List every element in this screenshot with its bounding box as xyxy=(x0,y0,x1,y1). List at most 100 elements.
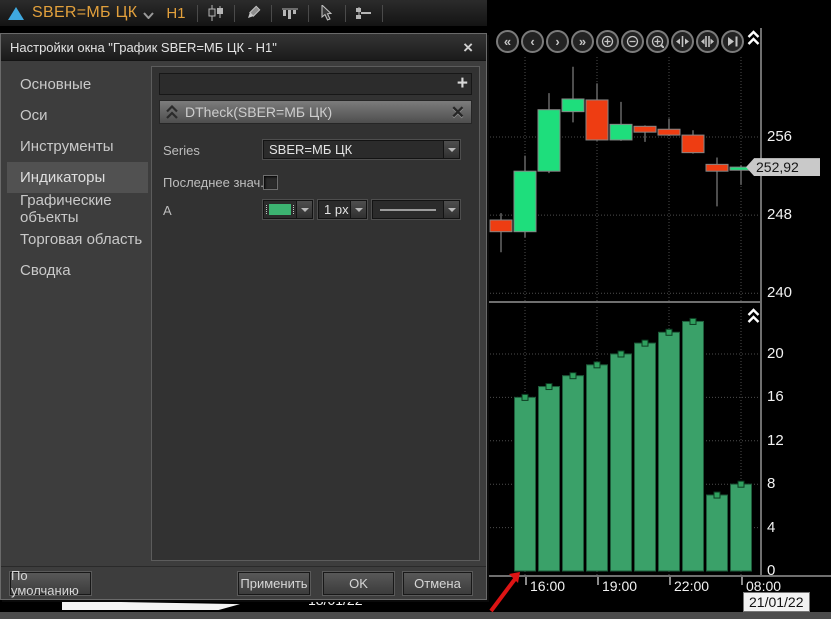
sidebar-item-Индикаторы[interactable]: Индикаторы xyxy=(7,162,148,193)
indicator-card-header[interactable]: DTheck(SBER=МБ ЦК) ✕ xyxy=(159,100,472,124)
dialog-title: Настройки окна "График SBER=МБ ЦК - H1" xyxy=(10,40,277,55)
candle-body xyxy=(514,171,536,232)
style-row-label: A xyxy=(163,203,172,218)
price-axis-label: 248 xyxy=(767,206,792,224)
bar-marker xyxy=(642,340,648,346)
volume-axis-label: 16 xyxy=(767,388,784,406)
sidebar-item-Оси[interactable]: Оси xyxy=(7,100,148,131)
toolbar-separator xyxy=(271,5,272,22)
line-width-value: 1 px xyxy=(319,202,350,217)
zoom-area-button[interactable] xyxy=(646,30,669,53)
indicator-title: DTheck(SBER=МБ ЦК) xyxy=(185,104,332,120)
candle-body xyxy=(658,129,680,135)
compress-vertical-button[interactable] xyxy=(696,30,719,53)
ok-button[interactable]: OK xyxy=(323,572,394,595)
time-tick xyxy=(741,577,743,585)
step-backward-button[interactable]: ‹ xyxy=(521,30,544,53)
dialog-title-bar[interactable]: Настройки окна "График SBER=МБ ЦК - H1" … xyxy=(1,34,486,61)
last-value-checkbox[interactable] xyxy=(263,175,278,190)
sidebar-item-Инструменты[interactable]: Инструменты xyxy=(7,131,148,162)
levels-icon[interactable] xyxy=(351,2,377,24)
volume-axis-label: 12 xyxy=(767,432,784,450)
bar-marker xyxy=(666,329,672,335)
scroll-to-end-button[interactable] xyxy=(721,30,744,53)
volume-pane[interactable] xyxy=(487,307,760,575)
line-width-select[interactable]: 1 px xyxy=(318,200,367,219)
apply-button[interactable]: Применить xyxy=(238,572,310,595)
dialog-sidebar: ОсновныеОсиИнструментыИндикаторыГрафичес… xyxy=(7,66,148,561)
last-value-label: Последнее знач. xyxy=(163,175,264,190)
volume-bar xyxy=(659,332,680,571)
add-indicator-button[interactable]: + xyxy=(457,73,468,94)
volume-profile-icon[interactable] xyxy=(277,2,303,24)
trend-arrow-annotation[interactable] xyxy=(487,570,529,616)
collapse-volume-pane-icon[interactable] xyxy=(747,308,760,325)
volume-bar xyxy=(707,495,728,571)
fast-backward-button[interactable]: « xyxy=(496,30,519,53)
volume-axis-label: 20 xyxy=(767,345,784,363)
indicator-settings-panel: + DTheck(SBER=МБ ЦК) ✕ Series SBER=МБ ЦК… xyxy=(151,66,480,561)
collapse-card-icon[interactable] xyxy=(166,105,178,120)
bar-marker xyxy=(690,318,696,324)
remove-indicator-icon[interactable]: ✕ xyxy=(451,104,465,121)
line-color-select[interactable] xyxy=(263,200,313,219)
zoom-in-button[interactable] xyxy=(596,30,619,53)
date-badge: 21/01/22 xyxy=(743,592,810,612)
last-price-tag: 252,92 xyxy=(746,158,820,176)
time-axis-line xyxy=(487,575,831,577)
sidebar-item-Сводка[interactable]: Сводка xyxy=(7,255,148,286)
time-axis-label: 22:00 xyxy=(674,578,709,594)
candle-body xyxy=(634,126,656,132)
instrument-label[interactable]: SBER=МБ ЦК xyxy=(32,4,137,22)
color-swatch xyxy=(269,204,291,215)
dropdown-arrow-icon[interactable] xyxy=(296,201,312,218)
time-axis-label: 16:00 xyxy=(530,578,565,594)
zoom-out-button[interactable] xyxy=(621,30,644,53)
dropdown-arrow-icon[interactable] xyxy=(443,201,459,218)
chart-panel: «‹›» 252,92 256248240201612840 16:0019:0… xyxy=(487,0,831,619)
toolbar-separator xyxy=(197,5,198,22)
chevron-down-icon[interactable] xyxy=(143,12,154,19)
candle-body xyxy=(706,164,728,171)
bar-marker xyxy=(522,394,528,400)
pane-divider[interactable] xyxy=(487,301,761,303)
volume-bar xyxy=(731,484,752,571)
sidebar-item-Графические объекты[interactable]: Графические объекты xyxy=(7,193,148,224)
sidebar-item-Торговая область[interactable]: Торговая область xyxy=(7,224,148,255)
price-axis-label: 240 xyxy=(767,284,792,302)
bar-marker xyxy=(546,384,552,390)
candle-body xyxy=(586,100,608,140)
bar-marker xyxy=(738,481,744,487)
volume-bar xyxy=(563,376,584,571)
timeframe-label[interactable]: H1 xyxy=(166,5,185,22)
sidebar-item-Основные[interactable]: Основные xyxy=(7,69,148,100)
cancel-button[interactable]: Отмена xyxy=(403,572,472,595)
compress-horizontal-button[interactable] xyxy=(671,30,694,53)
candle-body xyxy=(610,124,632,140)
candlestick-chart-icon[interactable] xyxy=(203,2,229,24)
series-select[interactable]: SBER=МБ ЦК xyxy=(263,140,460,159)
volume-bar xyxy=(515,397,536,571)
volume-axis-label: 4 xyxy=(767,519,775,537)
series-value: SBER=МБ ЦК xyxy=(264,142,443,157)
bar-marker xyxy=(594,362,600,368)
dropdown-arrow-icon[interactable] xyxy=(350,201,366,218)
indicator-add-row: + xyxy=(159,73,472,95)
bar-marker xyxy=(618,351,624,357)
price-pane[interactable] xyxy=(487,57,760,301)
defaults-button[interactable]: По умолчанию xyxy=(10,572,91,595)
time-tick xyxy=(669,577,671,585)
step-forward-button[interactable]: › xyxy=(546,30,569,53)
volume-bar xyxy=(611,354,632,571)
candle-body xyxy=(490,220,512,232)
candle-body xyxy=(562,99,584,112)
cursor-icon[interactable] xyxy=(314,2,340,24)
dialog-close-icon[interactable]: × xyxy=(459,39,477,56)
dropdown-arrow-icon[interactable] xyxy=(443,141,459,158)
draw-pencil-icon[interactable] xyxy=(240,2,266,24)
line-style-select[interactable] xyxy=(372,200,460,219)
time-tick xyxy=(597,577,599,585)
fast-forward-button[interactable]: » xyxy=(571,30,594,53)
price-axis-label: 256 xyxy=(767,128,792,146)
collapse-price-pane-icon[interactable] xyxy=(747,30,760,47)
